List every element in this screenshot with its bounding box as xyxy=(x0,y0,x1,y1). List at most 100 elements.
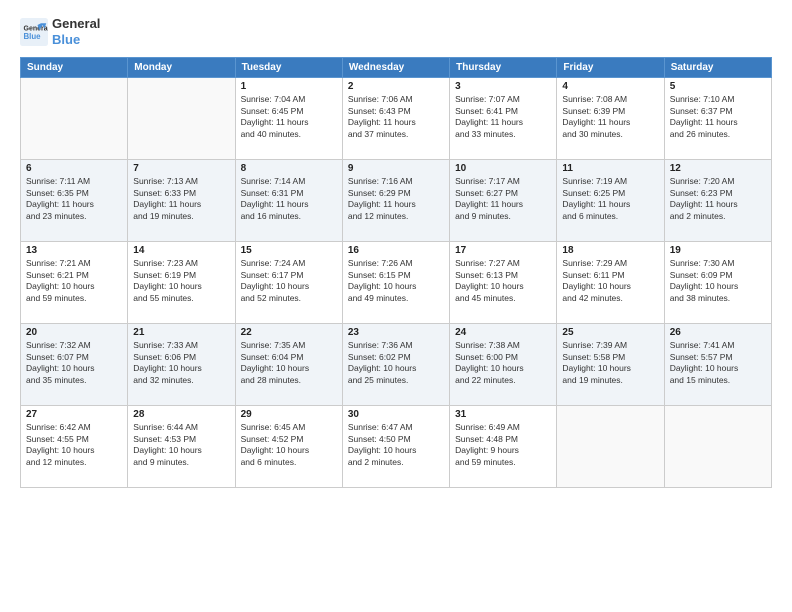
calendar-cell: 27 Sunrise: 6:42 AM Sunset: 4:55 PM Dayli… xyxy=(21,406,128,488)
day-info: Sunrise: 7:10 AM Sunset: 6:37 PM Dayligh… xyxy=(670,94,766,140)
calendar-cell: 15Sunrise: 7:24 AM Sunset: 6:17 PM Dayli… xyxy=(235,242,342,324)
day-number: 25 xyxy=(562,327,658,338)
day-number: 27 xyxy=(26,409,122,420)
day-info: Sunrise: 7:23 AM Sunset: 6:19 PM Dayligh… xyxy=(133,258,229,304)
day-number: 16 xyxy=(348,245,444,256)
day-info: Sunrise: 7:19 AM Sunset: 6:25 PM Dayligh… xyxy=(562,176,658,222)
day-number: 6 xyxy=(26,163,122,174)
weekday-header: Tuesday xyxy=(235,58,342,78)
day-number: 8 xyxy=(241,163,337,174)
weekday-header: Saturday xyxy=(664,58,771,78)
day-info: Sunrise: 7:29 AM Sunset: 6:11 PM Dayligh… xyxy=(562,258,658,304)
calendar-cell: 30Sunrise: 6:47 AM Sunset: 4:50 PM Dayli… xyxy=(342,406,449,488)
day-info: Sunrise: 7:14 AM Sunset: 6:31 PM Dayligh… xyxy=(241,176,337,222)
calendar-cell: 11 Sunrise: 7:19 AM Sunset: 6:25 PM Dayli… xyxy=(557,160,664,242)
weekday-header: Monday xyxy=(128,58,235,78)
calendar-week-row: 27 Sunrise: 6:42 AM Sunset: 4:55 PM Dayli… xyxy=(21,406,772,488)
day-info: Sunrise: 6:49 AM Sunset: 4:48 PM Dayligh… xyxy=(455,422,551,468)
calendar-cell: 10 Sunrise: 7:17 AM Sunset: 6:27 PM Dayli… xyxy=(450,160,557,242)
day-info: Sunrise: 7:16 AM Sunset: 6:29 PM Dayligh… xyxy=(348,176,444,222)
day-number: 19 xyxy=(670,245,766,256)
calendar-cell: 25 Sunrise: 7:39 AM Sunset: 5:58 PM Dayli… xyxy=(557,324,664,406)
logo: General Blue General Blue xyxy=(20,16,100,47)
day-number: 9 xyxy=(348,163,444,174)
calendar-cell xyxy=(557,406,664,488)
day-info: Sunrise: 6:44 AM Sunset: 4:53 PM Dayligh… xyxy=(133,422,229,468)
day-number: 17 xyxy=(455,245,551,256)
calendar-cell xyxy=(21,78,128,160)
day-number: 28 xyxy=(133,409,229,420)
calendar-cell: 16Sunrise: 7:26 AM Sunset: 6:15 PM Dayli… xyxy=(342,242,449,324)
day-info: Sunrise: 6:45 AM Sunset: 4:52 PM Dayligh… xyxy=(241,422,337,468)
weekday-header: Wednesday xyxy=(342,58,449,78)
calendar-cell: 14Sunrise: 7:23 AM Sunset: 6:19 PM Dayli… xyxy=(128,242,235,324)
day-number: 24 xyxy=(455,327,551,338)
day-number: 5 xyxy=(670,81,766,92)
calendar-cell: 18 Sunrise: 7:29 AM Sunset: 6:11 PM Dayli… xyxy=(557,242,664,324)
day-info: Sunrise: 7:32 AM Sunset: 6:07 PM Dayligh… xyxy=(26,340,122,386)
day-info: Sunrise: 7:08 AM Sunset: 6:39 PM Dayligh… xyxy=(562,94,658,140)
calendar-cell: 26 Sunrise: 7:41 AM Sunset: 5:57 PM Dayli… xyxy=(664,324,771,406)
calendar-cell: 17 Sunrise: 7:27 AM Sunset: 6:13 PM Dayli… xyxy=(450,242,557,324)
calendar-header-row: SundayMondayTuesdayWednesdayThursdayFrid… xyxy=(21,58,772,78)
calendar-cell: 5 Sunrise: 7:10 AM Sunset: 6:37 PM Daylig… xyxy=(664,78,771,160)
weekday-header: Sunday xyxy=(21,58,128,78)
day-number: 11 xyxy=(562,163,658,174)
logo-icon: General Blue xyxy=(20,18,48,46)
calendar-cell: 3Sunrise: 7:07 AM Sunset: 6:41 PM Daylig… xyxy=(450,78,557,160)
calendar-cell: 21 Sunrise: 7:33 AM Sunset: 6:06 PM Dayli… xyxy=(128,324,235,406)
day-info: Sunrise: 7:04 AM Sunset: 6:45 PM Dayligh… xyxy=(241,94,337,140)
day-number: 7 xyxy=(133,163,229,174)
calendar-week-row: 20 Sunrise: 7:32 AM Sunset: 6:07 PM Dayli… xyxy=(21,324,772,406)
day-number: 1 xyxy=(241,81,337,92)
day-number: 15 xyxy=(241,245,337,256)
day-number: 18 xyxy=(562,245,658,256)
day-info: Sunrise: 7:33 AM Sunset: 6:06 PM Dayligh… xyxy=(133,340,229,386)
day-number: 20 xyxy=(26,327,122,338)
calendar-cell: 13 Sunrise: 7:21 AM Sunset: 6:21 PM Dayli… xyxy=(21,242,128,324)
day-info: Sunrise: 7:11 AM Sunset: 6:35 PM Dayligh… xyxy=(26,176,122,222)
day-number: 23 xyxy=(348,327,444,338)
day-info: Sunrise: 7:06 AM Sunset: 6:43 PM Dayligh… xyxy=(348,94,444,140)
calendar-table: SundayMondayTuesdayWednesdayThursdayFrid… xyxy=(20,57,772,488)
calendar-cell: 4Sunrise: 7:08 AM Sunset: 6:39 PM Daylig… xyxy=(557,78,664,160)
calendar-cell: 23 Sunrise: 7:36 AM Sunset: 6:02 PM Dayli… xyxy=(342,324,449,406)
day-info: Sunrise: 7:21 AM Sunset: 6:21 PM Dayligh… xyxy=(26,258,122,304)
calendar-cell: 24 Sunrise: 7:38 AM Sunset: 6:00 PM Dayli… xyxy=(450,324,557,406)
day-info: Sunrise: 6:42 AM Sunset: 4:55 PM Dayligh… xyxy=(26,422,122,468)
day-number: 12 xyxy=(670,163,766,174)
day-number: 29 xyxy=(241,409,337,420)
day-number: 10 xyxy=(455,163,551,174)
day-number: 21 xyxy=(133,327,229,338)
calendar-cell xyxy=(664,406,771,488)
day-info: Sunrise: 7:38 AM Sunset: 6:00 PM Dayligh… xyxy=(455,340,551,386)
day-info: Sunrise: 7:17 AM Sunset: 6:27 PM Dayligh… xyxy=(455,176,551,222)
calendar-cell: 9 Sunrise: 7:16 AM Sunset: 6:29 PM Daylig… xyxy=(342,160,449,242)
day-number: 13 xyxy=(26,245,122,256)
day-info: Sunrise: 7:30 AM Sunset: 6:09 PM Dayligh… xyxy=(670,258,766,304)
day-number: 31 xyxy=(455,409,551,420)
day-info: Sunrise: 7:39 AM Sunset: 5:58 PM Dayligh… xyxy=(562,340,658,386)
weekday-header: Thursday xyxy=(450,58,557,78)
calendar-cell xyxy=(128,78,235,160)
svg-text:Blue: Blue xyxy=(24,32,42,41)
day-info: Sunrise: 7:27 AM Sunset: 6:13 PM Dayligh… xyxy=(455,258,551,304)
calendar-cell: 28 Sunrise: 6:44 AM Sunset: 4:53 PM Dayli… xyxy=(128,406,235,488)
calendar-week-row: 1 Sunrise: 7:04 AM Sunset: 6:45 PM Daylig… xyxy=(21,78,772,160)
calendar-week-row: 6 Sunrise: 7:11 AM Sunset: 6:35 PM Daylig… xyxy=(21,160,772,242)
page-header: General Blue General Blue xyxy=(20,16,772,47)
day-number: 2 xyxy=(348,81,444,92)
day-info: Sunrise: 7:41 AM Sunset: 5:57 PM Dayligh… xyxy=(670,340,766,386)
day-number: 3 xyxy=(455,81,551,92)
calendar-cell: 12 Sunrise: 7:20 AM Sunset: 6:23 PM Dayli… xyxy=(664,160,771,242)
calendar-cell: 2 Sunrise: 7:06 AM Sunset: 6:43 PM Daylig… xyxy=(342,78,449,160)
calendar-week-row: 13 Sunrise: 7:21 AM Sunset: 6:21 PM Dayli… xyxy=(21,242,772,324)
weekday-header: Friday xyxy=(557,58,664,78)
calendar-cell: 22Sunrise: 7:35 AM Sunset: 6:04 PM Dayli… xyxy=(235,324,342,406)
day-info: Sunrise: 7:36 AM Sunset: 6:02 PM Dayligh… xyxy=(348,340,444,386)
day-number: 26 xyxy=(670,327,766,338)
calendar-cell: 1 Sunrise: 7:04 AM Sunset: 6:45 PM Daylig… xyxy=(235,78,342,160)
day-info: Sunrise: 7:20 AM Sunset: 6:23 PM Dayligh… xyxy=(670,176,766,222)
calendar-cell: 19 Sunrise: 7:30 AM Sunset: 6:09 PM Dayli… xyxy=(664,242,771,324)
day-number: 22 xyxy=(241,327,337,338)
